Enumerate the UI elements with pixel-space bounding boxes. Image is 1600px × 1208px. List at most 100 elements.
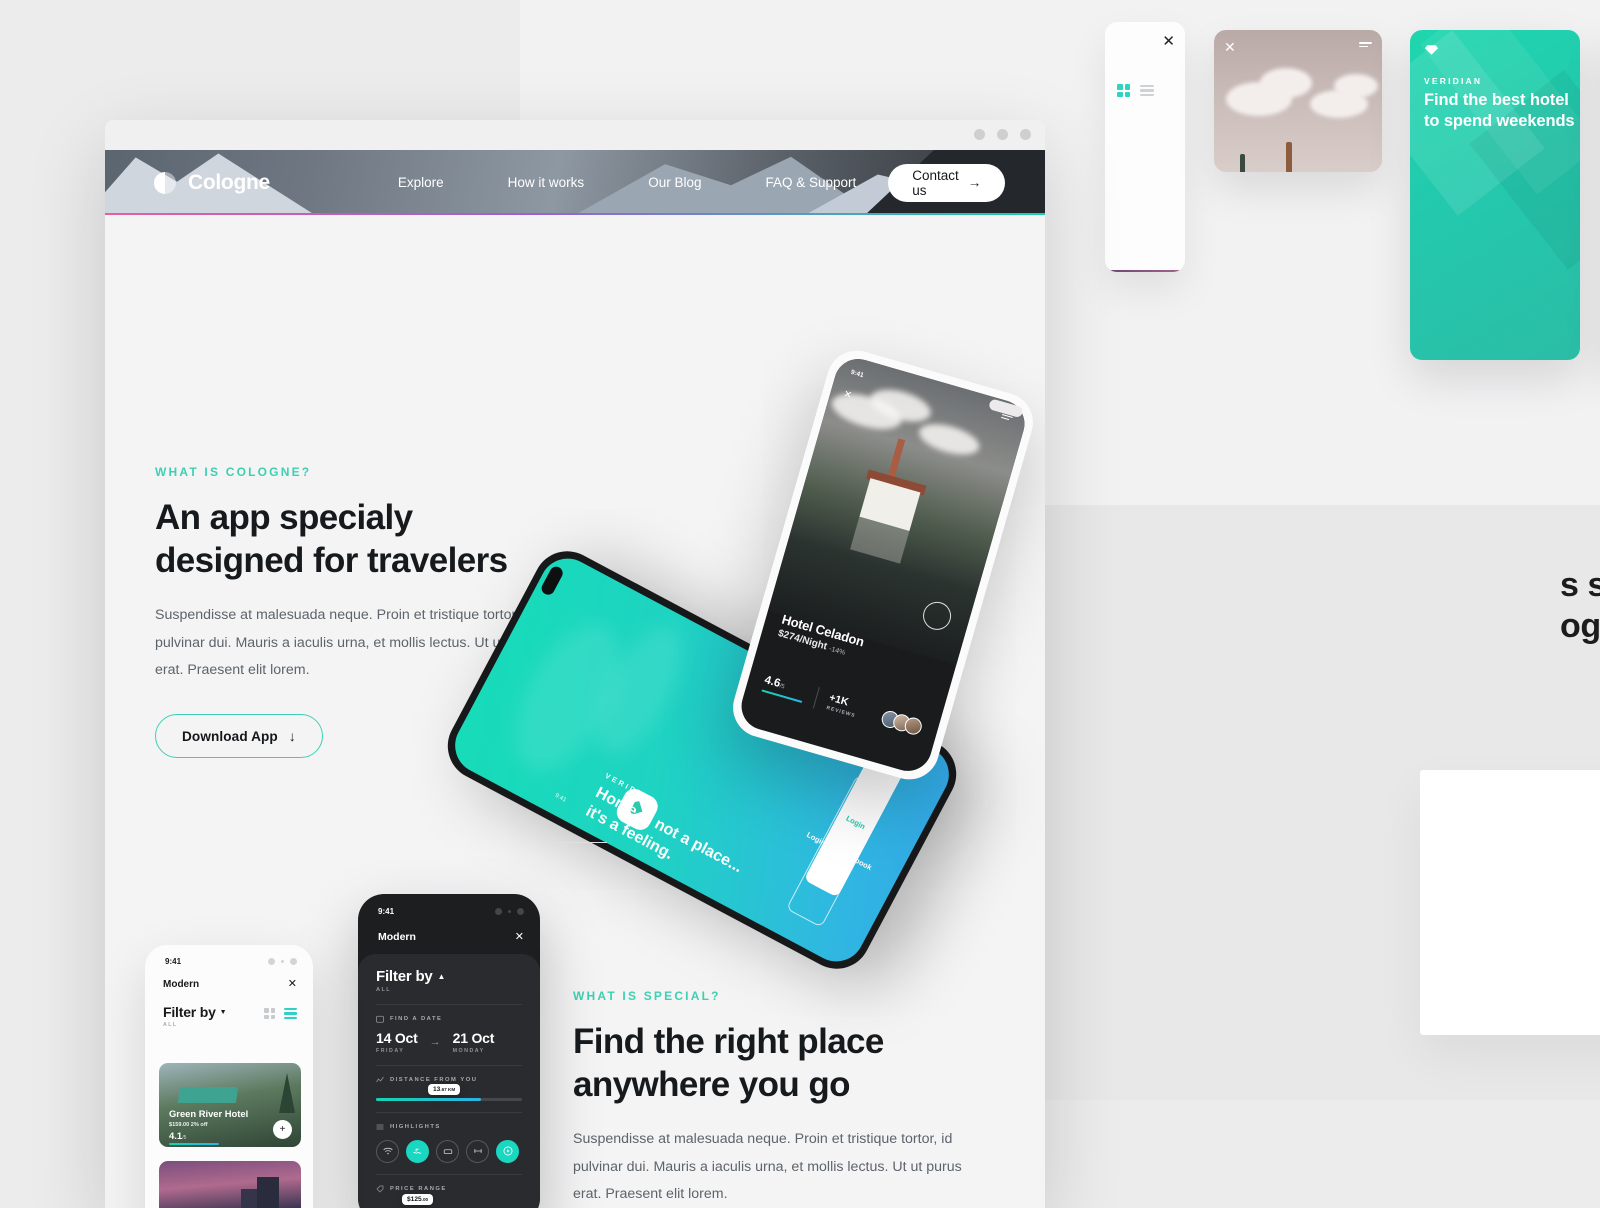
pool-icon[interactable] [406,1139,429,1163]
card-heading: Find the best hotel to spend weekends [1424,91,1575,131]
calendar-icon [376,1015,384,1023]
phone-hotel-mockup[interactable]: 9:41 ✕ Hotel Celadon $274/Night -14% 4.6… [725,343,1041,787]
cloud-shape [915,418,983,461]
testimonials-heading: s say aboutogne [1560,566,1600,646]
phone-filter-mockup[interactable]: 9:41 Modern ✕ Filter by ▲ ALL FIND A DAT [358,894,540,1208]
filter-by-label: Filter by [376,968,433,985]
sliders-icon [376,1124,384,1129]
window-controls[interactable] [974,129,1031,140]
close-icon[interactable]: ✕ [515,931,524,943]
signup-button[interactable]: Sign up → [773,806,877,956]
distance-decimal: .67 KM [440,1087,456,1092]
add-hotel-button[interactable]: + [273,1120,292,1139]
contact-us-label: Contact us [912,167,959,198]
signup-label: Sign up → [805,867,844,894]
hotel-price: $159.00 2% off [169,1122,208,1128]
wifi-icon[interactable] [376,1139,399,1163]
section-heading: Find the right place anywhere you go [573,1021,963,1106]
divider [376,1111,522,1113]
login-tagline-block: VERIDIAN Home is not a place... it's a f… [582,771,753,897]
section-eyebrow: WHAT IS COLOGNE? [155,465,312,479]
window-dot[interactable] [974,129,985,140]
date-from: 14 Oct [376,1030,418,1046]
play-icon[interactable] [496,1139,519,1163]
filter-bar: Filter by ▼ ALL [163,1004,297,1028]
showcase-card-toolbar[interactable]: ✕ [1105,22,1185,272]
thumbnail-image [1105,270,1185,272]
section-divider [541,842,607,843]
highlights-label: HIGHLIGHTS [390,1123,441,1130]
arrow-right-icon: → [967,175,982,190]
phone-screen: 9:41 ✕ Hotel Celadon $274/Night -14% 4.6… [735,353,1031,777]
hotel-rating-scale: /5 [182,1135,187,1141]
browser-window: Cologne Explore How it works Our Blog FA… [105,120,1045,1208]
date-to-block[interactable]: 21 Oct MONDAY [453,1030,495,1054]
hotel-card[interactable]: Green River Hotel $159.00 2% off 4.1/5 + [159,1063,301,1147]
section-paragraph: Suspendisse at malesuada neque. Proin et… [573,1131,962,1202]
phone-list-mockup[interactable]: 9:41 Modern ✕ Filter by ▼ ALL Green Rive… [145,945,313,1208]
hotel-discount: -14% [828,645,846,657]
chevron-up-icon[interactable]: ▲ [438,972,446,981]
gym-icon[interactable] [466,1139,489,1163]
screen-title: Modern [378,931,416,943]
nav-links[interactable]: Explore How it works Our Blog FAQ & Supp… [366,175,888,190]
view-toggle-group[interactable] [264,1004,297,1019]
section-heading: An app specialy designed for travelers [155,497,545,582]
window-dot[interactable] [997,129,1008,140]
chevron-down-icon[interactable]: ▼ [220,1009,227,1016]
tag-icon [376,1185,384,1193]
nav-link-explore[interactable]: Explore [366,175,476,190]
close-icon[interactable]: ✕ [1162,34,1175,49]
date-label: FIND A DATE [390,1016,443,1022]
roof-shape [177,1087,239,1103]
post-shape [1240,154,1245,172]
breakfast-icon[interactable] [436,1139,459,1163]
highlights-row[interactable] [376,1139,522,1163]
gem-icon [1424,45,1439,55]
leaf-logo-icon [154,171,176,194]
brand-logo[interactable]: Cologne [153,171,270,195]
view-toggle-group[interactable] [1117,84,1154,97]
close-icon[interactable]: ✕ [288,979,297,990]
nav-link-faq-support[interactable]: FAQ & Support [733,175,888,190]
slider-track[interactable] [376,1098,522,1101]
reviewer-avatars [879,708,924,737]
section-eyebrow: WHAT IS SPECIAL? [573,989,721,1003]
distance-slider[interactable]: 13.67 KM [376,1084,522,1101]
list-view-icon[interactable] [284,1008,297,1019]
testimonial-card-partial[interactable]: t. In etsvel [1420,770,1600,1035]
nav-link-our-blog[interactable]: Our Blog [616,175,733,190]
filter-by-value: ALL [376,987,392,993]
grid-view-icon[interactable] [1117,84,1130,97]
date-to: 21 Oct [452,1030,495,1046]
grid-view-icon[interactable] [264,1008,275,1019]
price-min-cents: .00 [421,1196,429,1202]
heading-line-1: Find the right place [573,1022,884,1061]
date-from-block[interactable]: 14 Oct FRIDAY [376,1030,418,1054]
building-shape [257,1177,279,1208]
showcase-card-veridian[interactable]: VERIDIAN Find the best hotel to spend we… [1410,30,1580,360]
tree-shape [279,1073,295,1113]
filter-sheet: Filter by ▲ ALL FIND A DATE 14 Oct FRIDA… [358,954,540,1208]
showcase-card-sky[interactable]: ✕ [1214,30,1382,172]
download-app-label: Download App [182,728,278,744]
contact-us-button[interactable]: Contact us → [888,163,1006,202]
heading-line-2: anywhere you go [573,1064,851,1104]
download-app-button[interactable]: Download App ↓ [155,714,323,759]
close-icon[interactable]: ✕ [1224,40,1236,54]
nav-link-how-it-works[interactable]: How it works [476,175,617,190]
hotel-rating-scale: /5 [778,683,786,691]
testimonial-partial-text: t. In etsvel [1526,840,1600,924]
screenshot-root: ✕ ✕ VERIDIAN Find the best hotel to spen… [0,0,1600,1208]
date-range[interactable]: 14 Oct FRIDAY → 21 Oct MONDAY [376,1030,522,1054]
price-min-tooltip: $125.00 [402,1193,434,1205]
menu-icon[interactable] [1359,42,1372,51]
chimney-shape [1286,142,1292,172]
hotel-card[interactable]: Hotel Continental $259.00 12% off 4.3/5 … [159,1161,301,1208]
hotel-rating-block: 4.6/5 [761,674,806,704]
cloud-shape [1260,68,1312,98]
status-indicators [268,958,297,965]
window-dot[interactable] [1020,129,1031,140]
list-view-icon[interactable] [1140,85,1154,96]
price-min: $125 [407,1195,422,1203]
